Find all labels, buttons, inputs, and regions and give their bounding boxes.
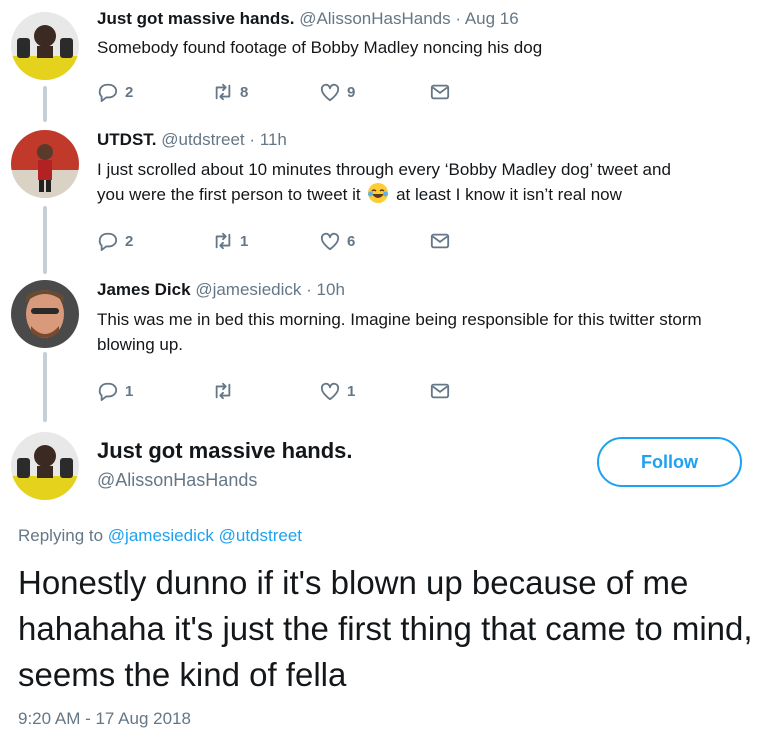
tweet-time[interactable]: 10h	[317, 280, 345, 299]
message-icon	[430, 383, 450, 399]
author-handle[interactable]: @AlissonHasHands	[97, 470, 257, 491]
tweet-text: I just scrolled about 10 minutes through…	[97, 157, 671, 207]
tweet-text-line: I just scrolled about 10 minutes through…	[97, 160, 671, 179]
retweet-button[interactable]	[212, 381, 240, 401]
reply-icon	[98, 382, 118, 401]
message-button[interactable]	[429, 82, 451, 102]
follow-button[interactable]: Follow	[597, 437, 742, 487]
tweet-header: James Dick @jamesiedick · 10h	[97, 280, 345, 300]
like-count: 1	[347, 382, 356, 400]
reply-count: 2	[125, 83, 134, 101]
tweet-time[interactable]: 11h	[260, 130, 287, 149]
separator: ·	[455, 9, 462, 28]
avatar[interactable]	[11, 12, 79, 80]
thread-connector	[43, 352, 47, 422]
author-name[interactable]: Just got massive hands.	[97, 9, 294, 28]
reply-button[interactable]: 2	[97, 82, 133, 102]
tweet-text-segment: at least I know it isn’t real now	[396, 185, 622, 204]
tweet-text-line: you were the first person to tweet it at…	[97, 182, 671, 207]
thread-connector	[43, 206, 47, 274]
author-name[interactable]: James Dick	[97, 280, 191, 299]
retweet-icon	[215, 83, 231, 101]
message-button[interactable]	[429, 231, 451, 251]
thread-connector	[43, 86, 47, 122]
message-icon	[430, 233, 450, 249]
like-count: 6	[347, 232, 356, 250]
tweet-text-body: Somebody found footage of Bobby Madley n…	[97, 38, 543, 57]
tears-of-joy-emoji	[367, 182, 389, 204]
tweet-text: Somebody found footage of Bobby Madley n…	[97, 35, 542, 60]
separator: ·	[306, 280, 312, 299]
tweet-timestamp[interactable]: 9:20 AM - 17 Aug 2018	[18, 709, 191, 729]
avatar[interactable]	[11, 280, 79, 348]
like-icon	[320, 232, 340, 251]
replying-to: Replying to @jamesiedick @utdstreet	[18, 526, 302, 546]
replying-prefix: Replying to	[18, 526, 104, 545]
like-count: 9	[347, 83, 356, 101]
author-name[interactable]: UTDST.	[97, 130, 157, 149]
message-icon	[430, 84, 450, 100]
tweet-text-body: This was me in bed this morning. Imagine…	[97, 310, 702, 354]
reply-button[interactable]: 2	[97, 231, 133, 251]
retweet-icon	[215, 232, 231, 250]
reply-count: 2	[125, 232, 134, 250]
tweet-time[interactable]: Aug 16	[465, 9, 519, 28]
separator: ·	[249, 130, 256, 149]
main-tweet-text: Honestly dunno if it's blown up because …	[18, 564, 753, 693]
like-button[interactable]: 9	[319, 82, 355, 102]
mention-link[interactable]: @jamesiedick	[108, 526, 214, 545]
author-handle[interactable]: @jamesiedick	[195, 280, 301, 299]
retweet-button[interactable]: 8	[212, 82, 248, 102]
avatar[interactable]	[11, 130, 79, 198]
like-icon	[320, 83, 340, 102]
reply-icon	[98, 83, 118, 102]
tweet-header: UTDST. @utdstreet · 11h	[97, 130, 287, 150]
message-button[interactable]	[429, 381, 451, 401]
retweet-count: 8	[240, 83, 249, 101]
avatar[interactable]	[11, 432, 79, 500]
tweet-text-segment: you were the first person to tweet it	[97, 185, 361, 204]
tweet-header: Just got massive hands. @AlissonHasHands…	[97, 9, 519, 29]
like-icon	[320, 382, 340, 401]
author-handle[interactable]: @AlissonHasHands	[299, 9, 450, 28]
retweet-count: 1	[240, 232, 249, 250]
mention-link[interactable]: @utdstreet	[219, 526, 302, 545]
reply-icon	[98, 232, 118, 251]
like-button[interactable]: 6	[319, 231, 355, 251]
retweet-icon	[215, 382, 231, 400]
reply-button[interactable]: 1	[97, 381, 133, 401]
reply-count: 1	[125, 382, 134, 400]
retweet-button[interactable]: 1	[212, 231, 248, 251]
author-handle[interactable]: @utdstreet	[161, 130, 244, 149]
like-button[interactable]: 1	[319, 381, 355, 401]
author-name[interactable]: Just got massive hands.	[97, 438, 353, 464]
tweet-text: This was me in bed this morning. Imagine…	[97, 307, 737, 357]
